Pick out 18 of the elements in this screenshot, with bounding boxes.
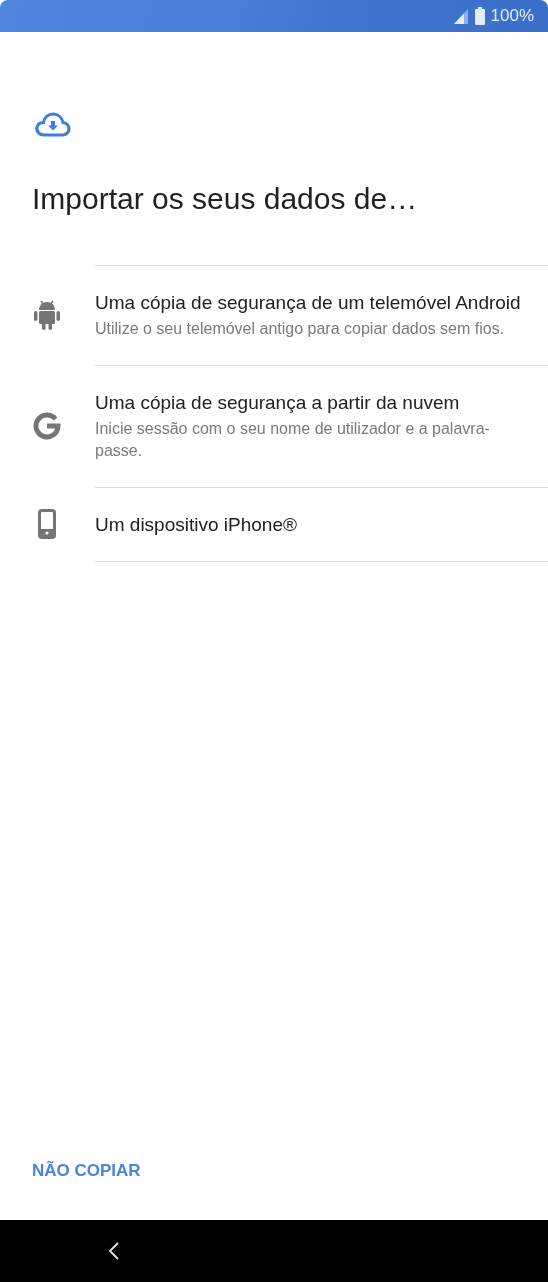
import-option[interactable]: Um dispositivo iPhone® bbox=[0, 486, 548, 561]
import-option[interactable]: Uma cópia de segurança de um telemóvel Android Utilize o seu telemóvel antigo para copiar dados sem fios. bbox=[0, 265, 548, 365]
option-title: Uma cópia de segurança de um telemóvel Android bbox=[95, 291, 522, 315]
signal-icon bbox=[452, 8, 469, 24]
page-title: Importar os seus dados de… bbox=[31, 181, 419, 217]
cloud-download-icon bbox=[35, 112, 71, 137]
google-icon bbox=[32, 411, 61, 440]
import-option[interactable]: Uma cópia de segurança a partir da nuvem Inicie sessão com o seu nome de utilizador e a palavra-passe. bbox=[0, 364, 548, 487]
option-title: Uma cópia de segurança a partir da nuvem bbox=[95, 390, 461, 415]
phone-icon bbox=[37, 508, 56, 539]
battery-percentage: 100% bbox=[490, 5, 534, 28]
option-description: Utilize o seu telemóvel antigo para copiar dados sem fios. bbox=[95, 319, 506, 340]
android-icon bbox=[32, 298, 61, 331]
option-title: Um dispositivo iPhone® bbox=[95, 512, 298, 537]
skip-button[interactable]: NÃO COPIAR bbox=[32, 1153, 141, 1187]
back-icon[interactable] bbox=[108, 1241, 120, 1261]
battery-icon bbox=[474, 7, 485, 25]
option-description: Inicie sessão com o seu nome de utilizador e a palavra-passe. bbox=[95, 418, 491, 462]
